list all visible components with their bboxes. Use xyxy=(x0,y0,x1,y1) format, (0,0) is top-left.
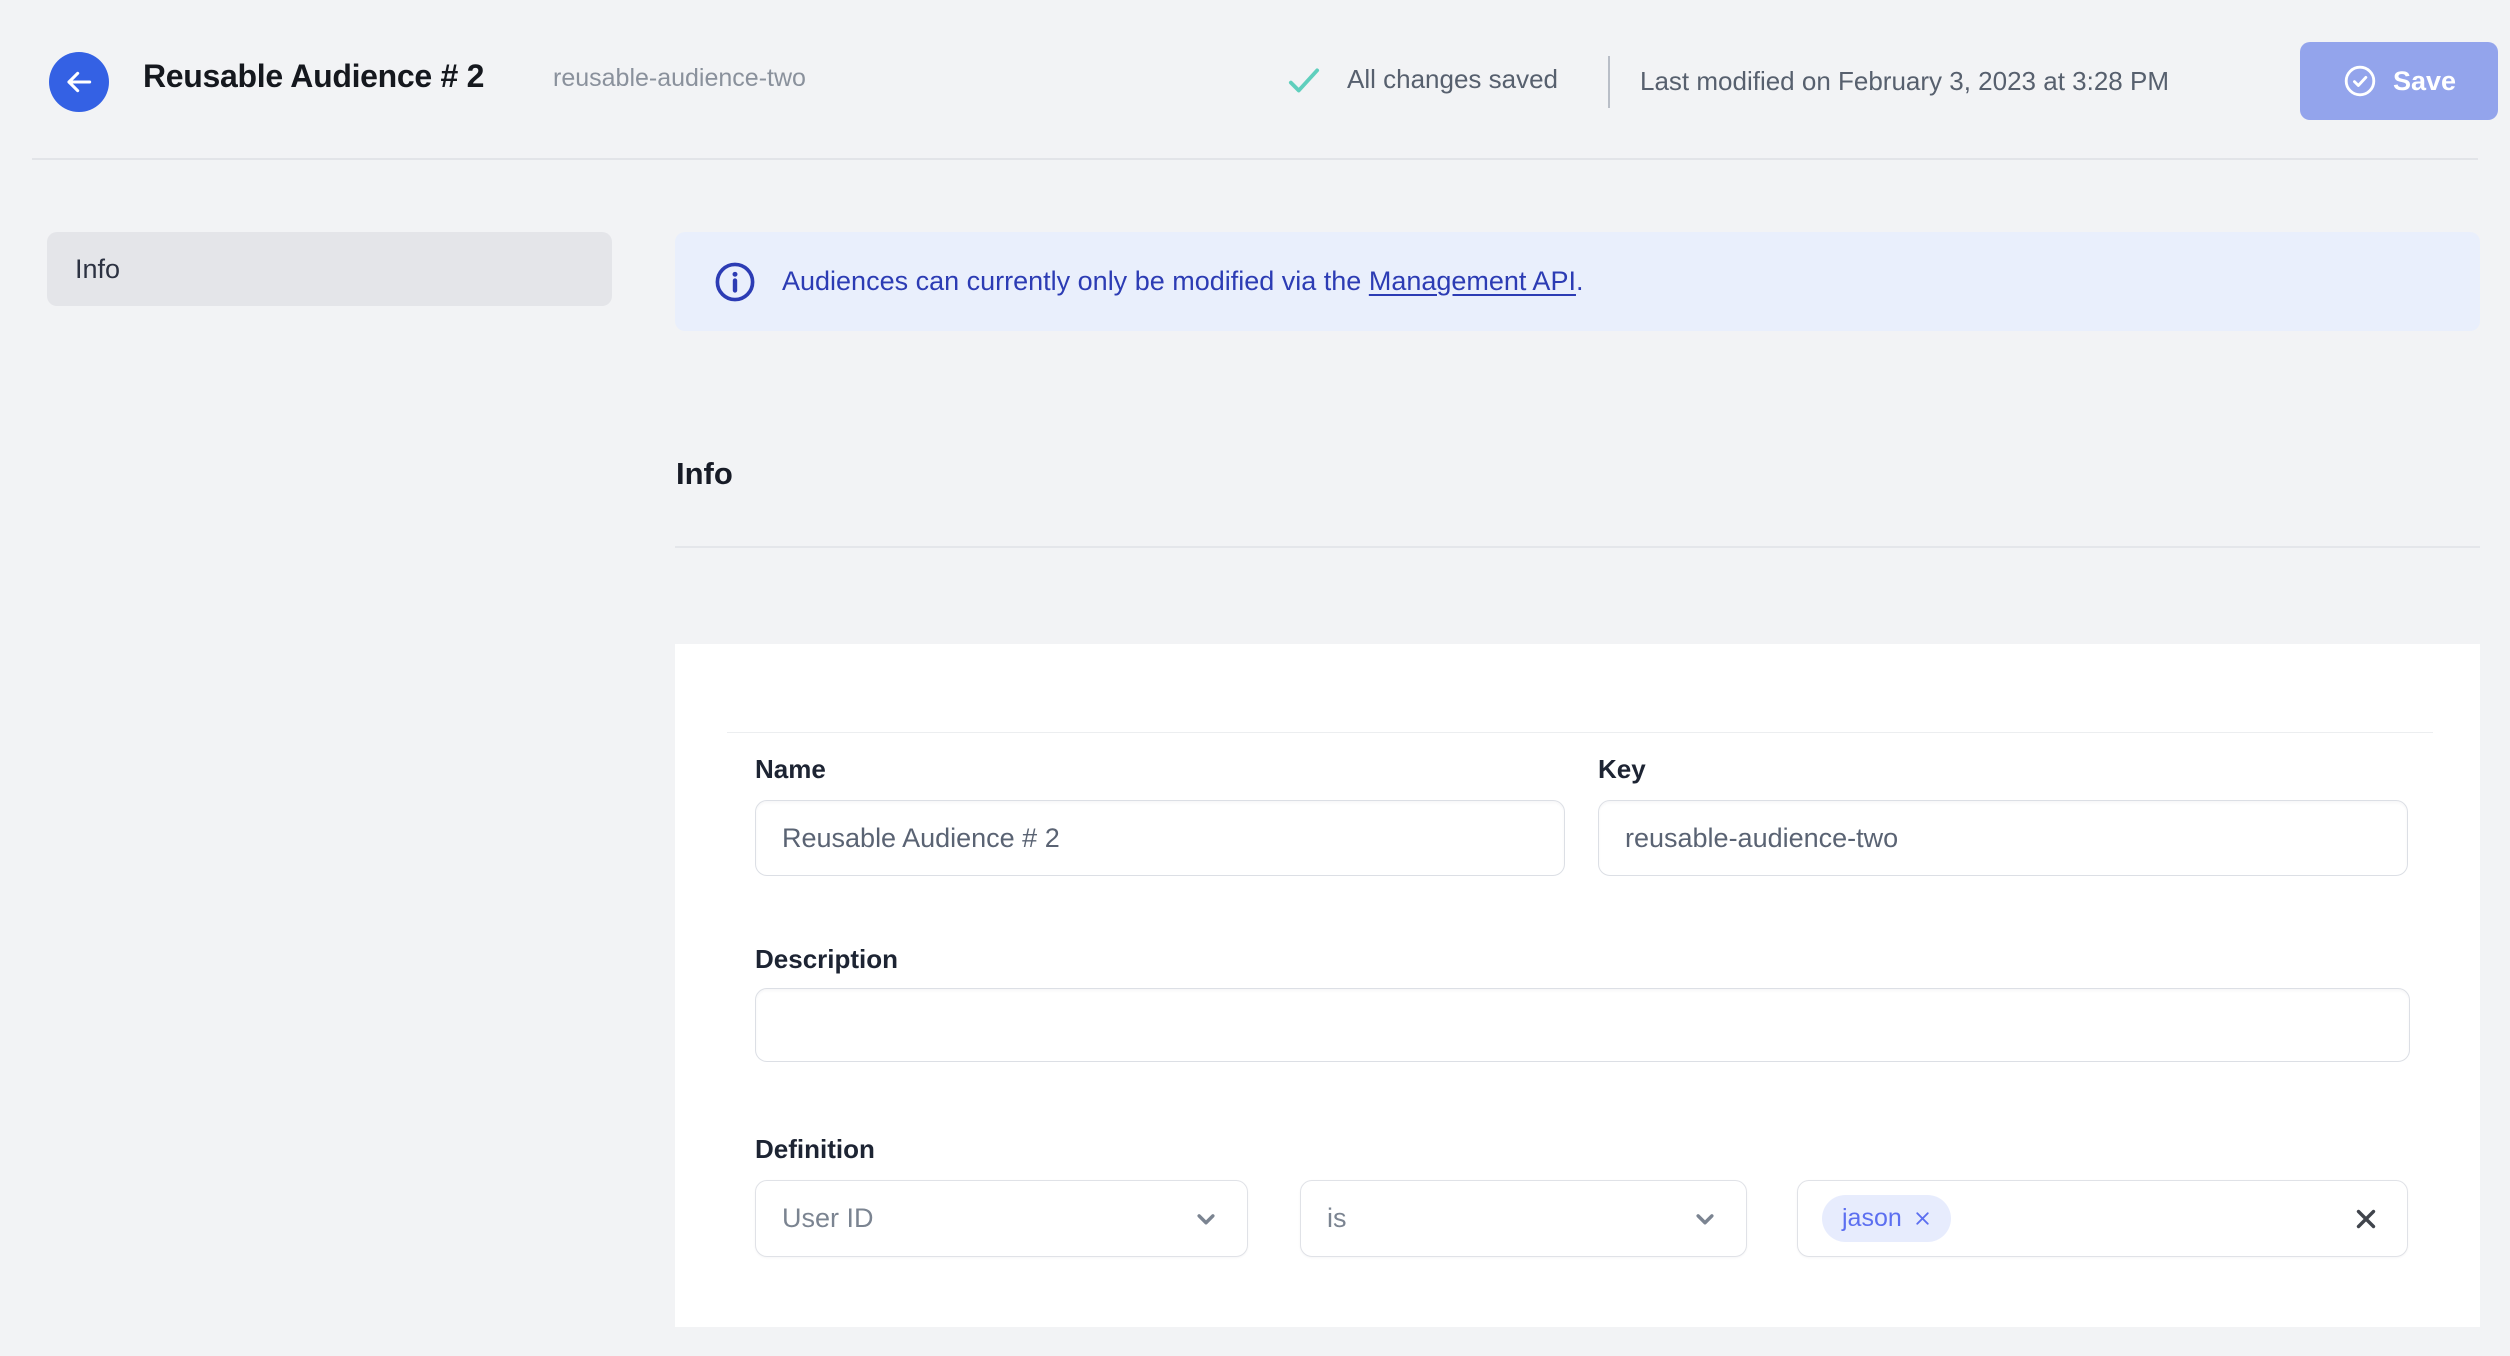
value-chip-label: jason xyxy=(1842,1204,1902,1232)
banner-text-before: Audiences can currently only be modified… xyxy=(782,266,1369,296)
banner-text: Audiences can currently only be modified… xyxy=(782,266,1583,297)
name-field-label: Name xyxy=(755,754,826,784)
clear-values-button[interactable] xyxy=(2349,1202,2383,1236)
page-title: Reusable Audience # 2 xyxy=(143,58,485,94)
save-button[interactable]: Save xyxy=(2300,42,2498,120)
card-inner-divider xyxy=(727,732,2433,733)
audience-editor-screen: Reusable Audience # 2 reusable-audience-… xyxy=(0,0,2510,1356)
arrow-left-icon xyxy=(63,66,95,98)
sidebar-item-info[interactable]: Info xyxy=(47,232,612,306)
definition-values-input[interactable]: jason xyxy=(1797,1180,2408,1257)
chip-remove-icon[interactable] xyxy=(1912,1208,1933,1229)
header-bottom-border xyxy=(32,158,2478,160)
info-banner: Audiences can currently only be modified… xyxy=(675,232,2480,331)
description-input[interactable] xyxy=(755,988,2410,1062)
header-divider xyxy=(1608,56,1610,108)
operator-select-value: is xyxy=(1327,1203,1347,1233)
info-circle-icon xyxy=(713,260,757,304)
name-input[interactable] xyxy=(755,800,1565,876)
save-status-text: All changes saved xyxy=(1347,64,1559,94)
section-divider xyxy=(675,546,2480,548)
trait-select-value: User ID xyxy=(782,1203,874,1233)
last-modified-text: Last modified on February 3, 2023 at 3:2… xyxy=(1640,66,2169,96)
key-field-label: Key xyxy=(1598,754,1646,784)
definition-trait-select[interactable]: User ID xyxy=(755,1180,1248,1257)
save-status: All changes saved xyxy=(1283,0,1558,159)
banner-text-after: . xyxy=(1575,266,1584,296)
save-button-label: Save xyxy=(2392,65,2457,96)
sidebar-item-label: Info xyxy=(75,253,121,284)
info-form-card: Name Key Description Definition User ID … xyxy=(675,644,2480,1327)
chevron-down-icon xyxy=(1690,1204,1720,1234)
section-heading: Info xyxy=(676,456,733,491)
value-chip: jason xyxy=(1822,1195,1951,1242)
chevron-down-icon xyxy=(1191,1204,1221,1234)
definition-field-label: Definition xyxy=(755,1134,875,1164)
key-input[interactable] xyxy=(1598,800,2408,876)
close-icon xyxy=(2351,1204,2381,1234)
check-icon xyxy=(1283,59,1325,101)
back-button[interactable] xyxy=(49,52,109,112)
management-api-link[interactable]: Management API xyxy=(1369,266,1576,296)
description-field-label: Description xyxy=(755,944,899,974)
check-circle-icon xyxy=(2342,63,2378,99)
page-slug: reusable-audience-two xyxy=(553,64,806,92)
header: Reusable Audience # 2 reusable-audience-… xyxy=(0,0,2510,160)
definition-operator-select[interactable]: is xyxy=(1300,1180,1747,1257)
